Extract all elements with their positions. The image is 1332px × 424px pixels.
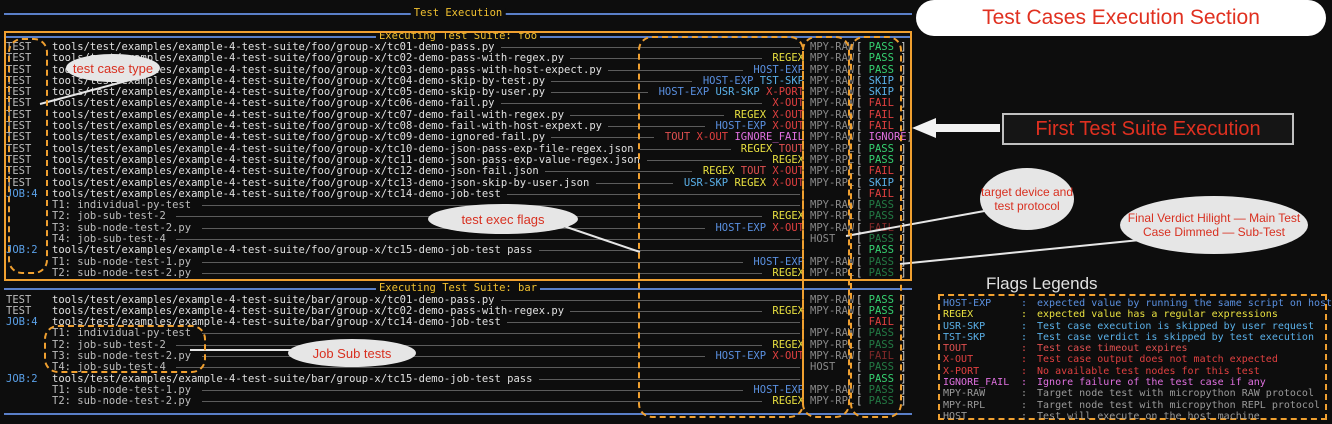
flags-legend: HOST-EXP: expected value by running the … [938, 294, 1332, 422]
legend-desc: Test will execute on the host machine [1031, 410, 1260, 422]
legend-key: TOUT [943, 343, 968, 355]
legend-sep: : [1021, 399, 1028, 411]
final-verdict-callout: Final Verdict Hilight — Main Test Case D… [1120, 196, 1308, 254]
legend-desc: Test case execution is skipped by user r… [1031, 320, 1314, 332]
legend-desc: Test case timeout expires [1031, 343, 1188, 355]
target-protocol-callout: target device and test protocol [980, 168, 1074, 230]
legend-sep: : [1021, 343, 1028, 355]
legend-sep: : [1021, 388, 1028, 400]
legend-desc: Test case verdict is skipped by test exe… [1031, 331, 1314, 343]
legend-sep: : [1021, 354, 1028, 366]
legend-key: IGNORE_FAIL [943, 377, 1010, 389]
legend-sep: : [1021, 410, 1028, 422]
legend-sep: : [1021, 365, 1028, 377]
legend-row: X-OUT: Test case output does not match e… [943, 354, 1322, 365]
legend-row: MPY-RPL: Target node test with micropyth… [943, 400, 1322, 411]
target-column-box [802, 36, 850, 418]
legend-row: TOUT: Test case timeout expires [943, 343, 1322, 354]
legend-row: MPY-RAW: Target node test with micropyth… [943, 388, 1322, 399]
legend-sep: : [1021, 377, 1028, 389]
verdict-pointer [899, 239, 1141, 265]
legend-row: IGNORE_FAIL: Ignore failure of the test … [943, 377, 1322, 388]
legend-key: MPY-RPL [943, 399, 986, 411]
first-suite-arrow [912, 118, 1000, 138]
flags-column-box [638, 36, 804, 418]
legend-desc: expected value has a regular expressions [1031, 309, 1278, 321]
legend-row: X-PORT: No available test nodes for this… [943, 366, 1322, 377]
legend-row: USR-SKP: Test case execution is skipped … [943, 321, 1322, 332]
legend-key: HOST [943, 410, 968, 422]
legend-desc: Ignore failure of the test case if any [1031, 377, 1266, 389]
legend-desc: Test case output does not match expected [1031, 354, 1278, 366]
exec-flags-callout: test exec flags [428, 204, 578, 234]
job-subtests-box [44, 325, 206, 373]
legend-row: REGEX: expected value has a regular expr… [943, 309, 1322, 320]
legend-row: HOST-EXP: expected value by running the … [943, 298, 1332, 309]
legend-key: X-OUT [943, 354, 974, 366]
legend-sep: : [1021, 320, 1028, 332]
job-sub-tests-callout: Job Sub tests [288, 339, 416, 367]
legend-sep: : [1021, 298, 1028, 309]
legend-desc: expected value by running the same scrip… [1031, 298, 1332, 309]
legend-key: X-PORT [943, 365, 980, 377]
legend-title: Flags Legends [986, 274, 1098, 293]
legend-sep: : [1021, 331, 1028, 343]
legend-key: HOST-EXP [943, 298, 992, 309]
type-column-box [8, 38, 48, 274]
legend-key: REGEX [943, 309, 974, 321]
legend-row: HOST: Test will execute on the host mach… [943, 411, 1322, 422]
legend-key: USR-SKP [943, 320, 986, 332]
test-case-type-callout: test case type [66, 54, 160, 82]
legend-sep: : [1021, 309, 1028, 321]
verdict-column-box [850, 36, 902, 418]
legend-row: TST-SKP: Test case verdict is skipped by… [943, 332, 1322, 343]
legend-desc: Target node test with micropython REPL p… [1031, 399, 1320, 411]
legend-key: MPY-RAW [943, 388, 986, 400]
legend-desc: Target node test with micropython RAW pr… [1031, 388, 1314, 400]
legend-desc: No available test nodes for this test [1031, 365, 1260, 377]
legend-key: TST-SKP [943, 331, 986, 343]
